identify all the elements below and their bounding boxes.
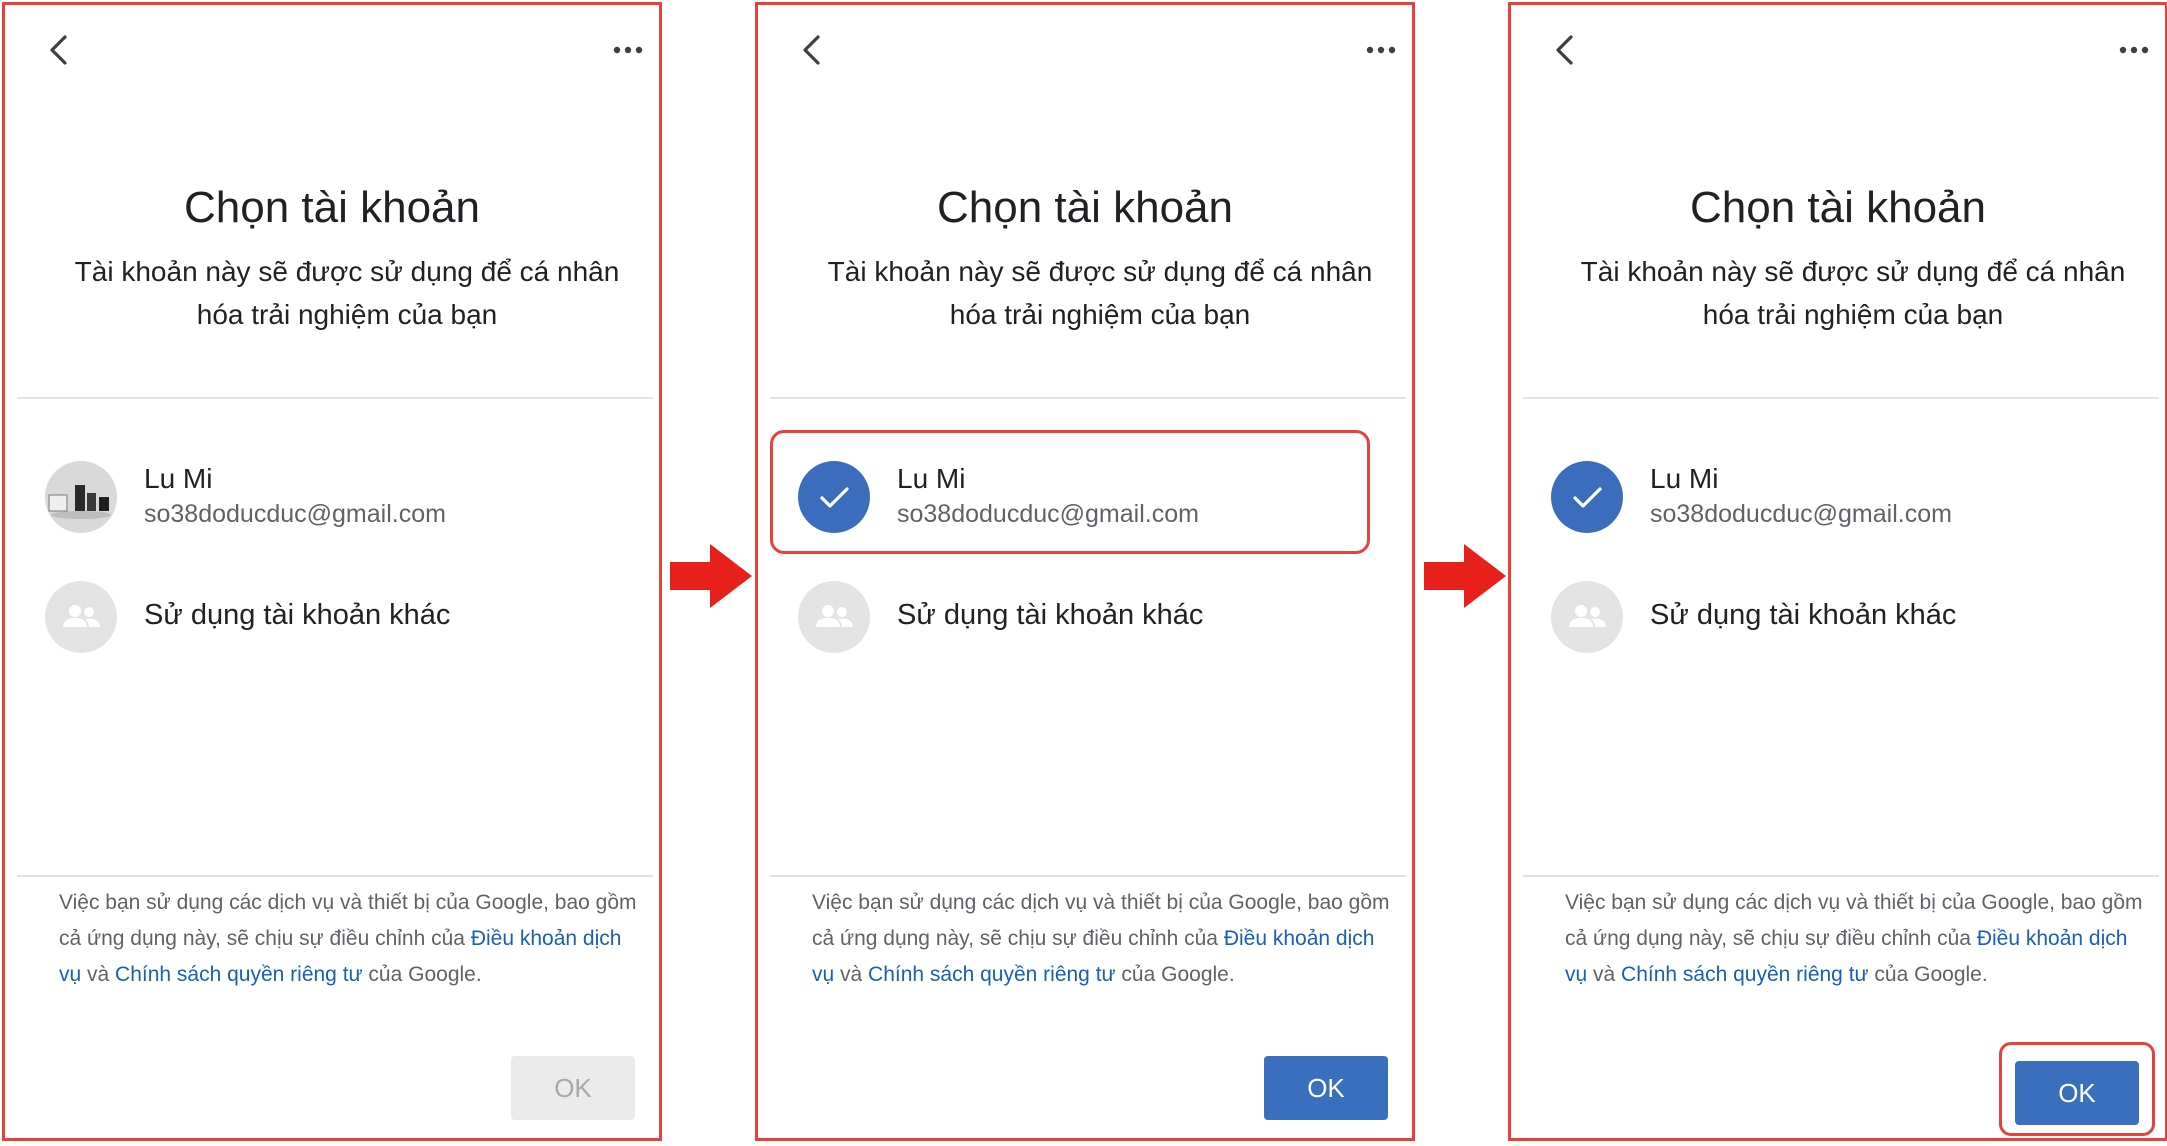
divider	[770, 875, 1406, 877]
terms-notice: Việc bạn sử dụng các dịch vụ và thiết bị…	[1565, 885, 2149, 993]
terms-notice: Việc bạn sử dụng các dịch vụ và thiết bị…	[812, 885, 1396, 993]
ok-button[interactable]: OK	[1264, 1056, 1388, 1120]
use-another-account-label: Sử dụng tài khoản khác	[897, 599, 1204, 631]
use-another-account-item[interactable]: Sử dụng tài khoản khác	[1546, 577, 2106, 657]
terms-text: và	[834, 963, 869, 986]
back-arrow-icon[interactable]	[43, 33, 77, 67]
right-arrow-icon	[670, 544, 752, 608]
privacy-policy-link[interactable]: Chính sách quyền riêng tư	[868, 963, 1116, 986]
ok-button[interactable]: OK	[2015, 1061, 2139, 1125]
use-another-account-item[interactable]: Sử dụng tài khoản khác	[40, 577, 600, 657]
divider	[17, 875, 653, 877]
more-options-icon[interactable]	[1364, 35, 1398, 65]
use-another-account-item[interactable]: Sử dụng tài khoản khác	[793, 577, 1353, 657]
back-arrow-icon[interactable]	[796, 33, 830, 67]
terms-text: của Google.	[362, 963, 482, 986]
page-subtitle: Tài khoản này sẽ được sử dụng để cá nhân…	[827, 256, 1373, 330]
divider	[1523, 397, 2159, 399]
terms-text: và	[1587, 963, 1622, 986]
page-title: Chọn tài khoản	[184, 183, 480, 232]
account-item-lu-mi[interactable]: Lu Mi so38doducduc@gmail.com	[793, 457, 1353, 537]
page-title: Chọn tài khoản	[937, 183, 1233, 232]
page-title: Chọn tài khoản	[1690, 183, 1986, 232]
privacy-policy-link[interactable]: Chính sách quyền riêng tư	[115, 963, 363, 986]
checkmark-icon	[1551, 461, 1623, 533]
more-options-icon[interactable]	[2117, 35, 2151, 65]
use-another-account-label: Sử dụng tài khoản khác	[144, 599, 451, 631]
account-name: Lu Mi	[897, 463, 966, 494]
divider	[770, 397, 1406, 399]
page-subtitle: Tài khoản này sẽ được sử dụng để cá nhân…	[1580, 256, 2126, 330]
ok-button[interactable]: OK	[511, 1056, 635, 1120]
account-name: Lu Mi	[144, 463, 213, 494]
step-2-panel: Chọn tài khoản Tài khoản này sẽ được sử …	[755, 2, 1415, 1141]
page-subtitle: Tài khoản này sẽ được sử dụng để cá nhân…	[74, 256, 620, 330]
profile-photo-icon	[45, 461, 117, 533]
back-arrow-icon[interactable]	[1549, 33, 1583, 67]
account-email: so38doducduc@gmail.com	[897, 500, 1199, 528]
account-email: so38doducduc@gmail.com	[1650, 500, 1952, 528]
account-name: Lu Mi	[1650, 463, 1719, 494]
add-people-icon	[798, 581, 870, 653]
right-arrow-icon	[1424, 544, 1506, 608]
use-another-account-label: Sử dụng tài khoản khác	[1650, 599, 1957, 631]
checkmark-icon	[798, 461, 870, 533]
divider	[17, 397, 653, 399]
step-3-panel: Chọn tài khoản Tài khoản này sẽ được sử …	[1508, 2, 2167, 1141]
more-options-icon[interactable]	[611, 35, 645, 65]
terms-text: của Google.	[1868, 963, 1988, 986]
privacy-policy-link[interactable]: Chính sách quyền riêng tư	[1621, 963, 1869, 986]
divider	[1523, 875, 2159, 877]
account-item-lu-mi[interactable]: Lu Mi so38doducduc@gmail.com	[1546, 457, 2106, 537]
account-item-lu-mi[interactable]: Lu Mi so38doducduc@gmail.com	[40, 457, 600, 537]
add-people-icon	[1551, 581, 1623, 653]
terms-text: và	[81, 963, 116, 986]
add-people-icon	[45, 581, 117, 653]
account-email: so38doducduc@gmail.com	[144, 500, 446, 528]
step-1-panel: Chọn tài khoản Tài khoản này sẽ được sử …	[2, 2, 662, 1141]
terms-notice: Việc bạn sử dụng các dịch vụ và thiết bị…	[59, 885, 643, 993]
terms-text: của Google.	[1115, 963, 1235, 986]
